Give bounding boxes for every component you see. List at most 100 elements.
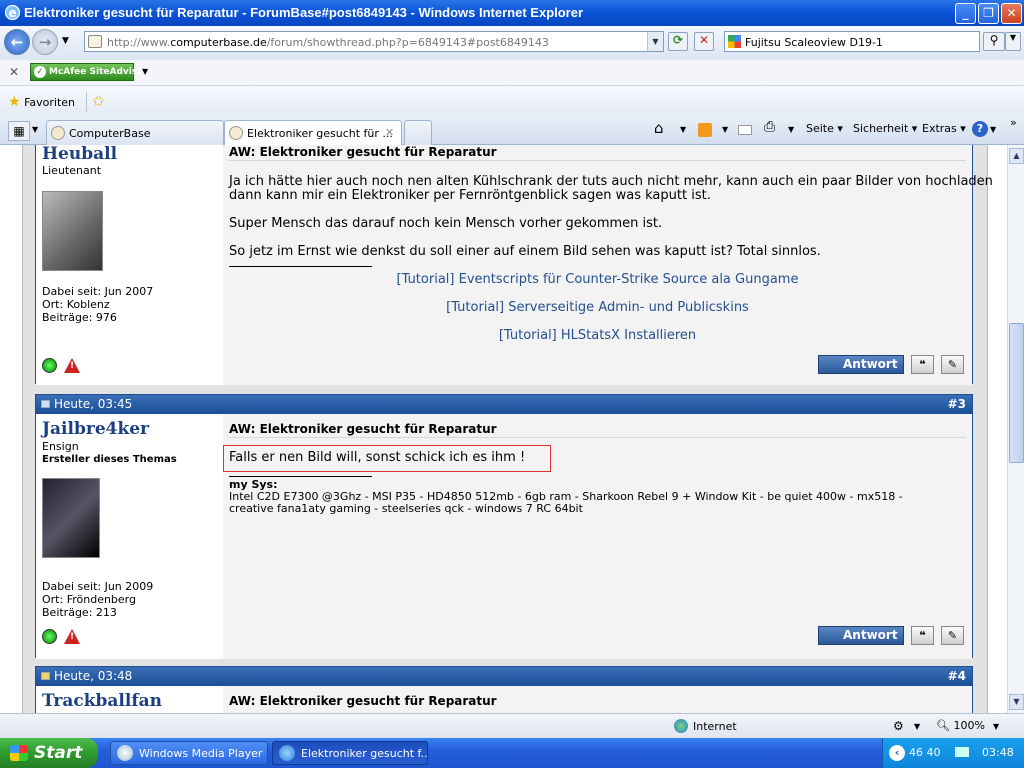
home-icon[interactable]: ⌂ xyxy=(654,119,664,137)
post-text: Super Mensch das darauf noch kein Mensch… xyxy=(229,216,663,231)
post-header: Heute, 03:48 #4 xyxy=(36,667,972,686)
post-body-panel: AW: Elektroniker gesucht für Reparatur xyxy=(223,686,972,713)
page-content[interactable]: Heuball Lieutenant Dabei seit: Jun 2007 … xyxy=(0,145,1007,713)
close-toolbar-icon[interactable]: ✕ xyxy=(9,65,19,79)
post-user-panel: Trackballfan xyxy=(36,686,223,713)
signature-link[interactable]: [Tutorial] Eventscripts für Counter-Stri… xyxy=(223,272,972,287)
protected-mode-dropdown-icon[interactable]: ▼ xyxy=(914,722,920,731)
zoom-level: 100% xyxy=(953,719,985,732)
report-warning-icon[interactable]: ! xyxy=(64,629,80,644)
mcafee-siteadvisor-button[interactable]: ✓ McAfee SiteAdvisor xyxy=(30,63,148,81)
search-button[interactable]: ⚲ xyxy=(983,32,1005,51)
search-value[interactable]: Fujitsu Scaleoview D19-1 xyxy=(745,36,883,49)
reply-button[interactable]: Antwort xyxy=(818,355,904,374)
print-dropdown-icon[interactable]: ▼ xyxy=(788,125,794,134)
post-title: AW: Elektroniker gesucht für Reparatur xyxy=(229,422,497,436)
forum-post: Heute, 03:48 #4 Trackballfan AW: Elektro… xyxy=(35,666,973,713)
search-input[interactable]: Fujitsu Scaleoview D19-1 xyxy=(724,31,980,52)
post-status-icon xyxy=(41,400,50,408)
tray-expand-icon[interactable]: ‹ xyxy=(889,745,905,761)
post-username[interactable]: Trackballfan xyxy=(42,691,162,711)
minimize-button[interactable]: _ xyxy=(955,3,976,24)
post-number-link[interactable]: #3 xyxy=(948,397,966,411)
tab-close-icon[interactable]: ✕ xyxy=(385,126,394,139)
avatar xyxy=(42,478,100,558)
mail-icon[interactable] xyxy=(738,125,752,135)
feed-dropdown-icon[interactable]: ▼ xyxy=(722,125,728,134)
help-dropdown-icon[interactable]: ▼ xyxy=(990,125,996,134)
tab-elektroniker[interactable]: Elektroniker gesucht für ... ✕ xyxy=(224,120,402,145)
window-title-bar[interactable]: e Elektroniker gesucht für Reparatur - F… xyxy=(0,0,1024,26)
quick-tabs-icon[interactable]: ▦ xyxy=(8,121,30,141)
post-status-icon xyxy=(41,672,50,680)
taskbar-item-media-player[interactable]: Windows Media Player xyxy=(110,741,268,765)
print-icon[interactable]: ⎙ xyxy=(764,119,775,135)
mcafee-label: McAfee SiteAdvisor xyxy=(49,67,148,77)
user-joined: Dabei seit: Jun 2009 xyxy=(42,580,154,593)
signature-divider xyxy=(229,266,372,267)
history-dropdown-icon[interactable]: ▼ xyxy=(62,36,69,46)
extras-menu[interactable]: Extras ▾ xyxy=(922,122,966,135)
tab-list-dropdown-icon[interactable]: ▼ xyxy=(32,125,38,134)
mcafee-dropdown-icon[interactable]: ▼ xyxy=(142,67,148,76)
multiquote-button[interactable]: ✎ xyxy=(941,355,964,374)
post-user-panel: Heuball Lieutenant Dabei seit: Jun 2007 … xyxy=(36,145,223,385)
signature-link[interactable]: [Tutorial] Serverseitige Admin- und Publ… xyxy=(223,300,972,315)
rss-feed-icon[interactable] xyxy=(698,123,712,137)
vertical-scrollbar[interactable]: ▲ ▼ xyxy=(1007,145,1024,713)
reply-button[interactable]: Antwort xyxy=(818,626,904,645)
address-url[interactable]: http://www.computerbase.de/forum/showthr… xyxy=(107,36,549,49)
google-icon xyxy=(728,35,741,48)
zoom-dropdown-icon[interactable]: ▼ xyxy=(993,722,999,731)
post-text: Falls er nen Bild will, sonst schick ich… xyxy=(229,450,526,465)
scroll-up-button[interactable]: ▲ xyxy=(1009,148,1024,164)
post-number-link[interactable]: #4 xyxy=(948,669,966,683)
tab-label: Elektroniker gesucht für ... xyxy=(247,127,393,140)
post-text: Ja ich hätte hier auch noch nen alten Kü… xyxy=(229,174,993,189)
clock[interactable]: 03:48 xyxy=(982,746,1014,759)
protected-mode-icon[interactable]: ⚙ xyxy=(893,719,904,733)
forward-button[interactable]: → xyxy=(32,29,58,55)
security-menu[interactable]: Sicherheit ▾ xyxy=(853,122,917,135)
network-icon[interactable] xyxy=(955,747,969,757)
multiquote-button[interactable]: ✎ xyxy=(941,626,964,645)
post-username[interactable]: Jailbre4ker xyxy=(42,419,149,439)
address-dropdown-button[interactable]: ▼ xyxy=(647,32,663,51)
taskbar-item-ie[interactable]: Elektroniker gesucht f... xyxy=(272,741,428,765)
quote-button[interactable]: ❝ xyxy=(911,626,934,645)
scroll-thumb[interactable] xyxy=(1009,323,1024,463)
search-options-button[interactable]: ▼ xyxy=(1005,32,1021,51)
favorites-label: Favoriten xyxy=(24,96,75,109)
tab-bar: ▦ ▼ ComputerBase Elektroniker gesucht fü… xyxy=(0,116,1024,145)
report-warning-icon[interactable]: ! xyxy=(64,358,80,373)
favorites-button[interactable]: ★ Favoriten xyxy=(8,94,75,110)
start-button[interactable]: Start xyxy=(0,738,98,768)
quote-button[interactable]: ❝ xyxy=(911,355,934,374)
tray-indicator[interactable]: 46 40 xyxy=(909,746,941,759)
page-menu[interactable]: Seite ▾ xyxy=(806,122,843,135)
signature-link[interactable]: [Tutorial] HLStatsX Installieren xyxy=(223,328,972,343)
tab-favicon-icon xyxy=(51,126,65,140)
zoom-control[interactable]: 🔍︎ 100% xyxy=(936,719,985,732)
help-icon[interactable]: ? xyxy=(972,121,988,137)
tab-computerbase[interactable]: ComputerBase xyxy=(46,120,224,145)
refresh-button[interactable]: ⟳ xyxy=(668,32,688,51)
forum-post: Heuball Lieutenant Dabei seit: Jun 2007 … xyxy=(35,145,993,385)
stop-button[interactable]: ✕ xyxy=(694,32,714,51)
check-icon: ✓ xyxy=(34,66,46,78)
close-button[interactable]: ✕ xyxy=(1001,3,1022,24)
new-tab-button[interactable] xyxy=(404,120,432,145)
more-chevron-icon[interactable]: » xyxy=(1010,116,1017,129)
home-dropdown-icon[interactable]: ▼ xyxy=(680,125,686,134)
user-post-count: Beiträge: 976 xyxy=(42,311,117,324)
navigation-bar: ← → ▼ http://www.computerbase.de/forum/s… xyxy=(0,26,1024,60)
post-title-divider xyxy=(229,437,966,438)
scroll-down-button[interactable]: ▼ xyxy=(1009,694,1024,710)
reply-label: Antwort xyxy=(843,628,898,642)
address-bar[interactable]: http://www.computerbase.de/forum/showthr… xyxy=(84,31,664,52)
back-button[interactable]: ← xyxy=(4,29,30,55)
post-username[interactable]: Heuball xyxy=(42,145,117,164)
zoom-icon: 🔍︎ xyxy=(936,719,950,732)
maximize-button[interactable]: ❐ xyxy=(978,3,999,24)
add-favorite-icon[interactable]: ✩ xyxy=(92,92,105,110)
